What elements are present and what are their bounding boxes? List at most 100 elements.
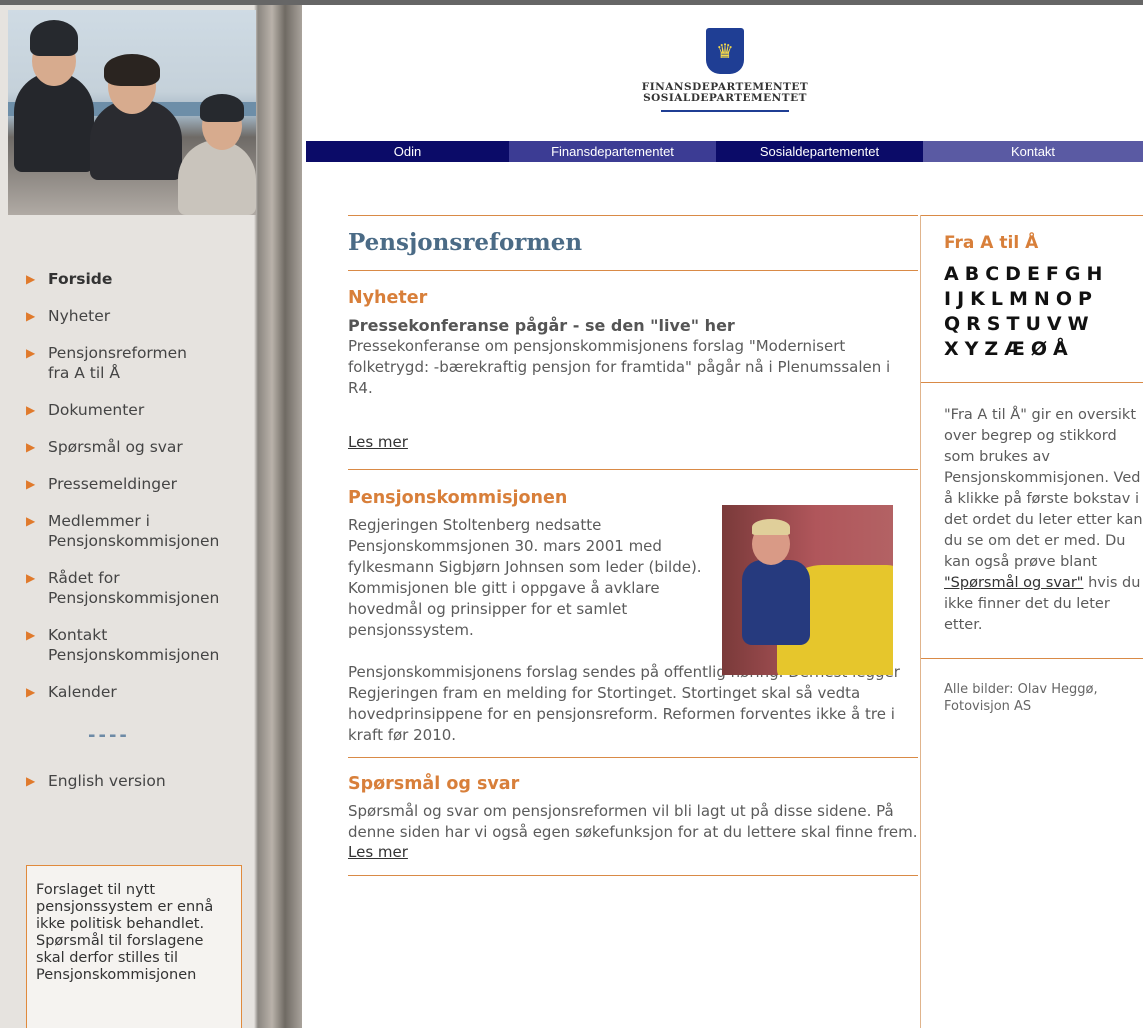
notice-box: Forslaget til nytt pensjonssystem er enn… [26, 865, 242, 1028]
arrow-icon: ▶ [26, 440, 36, 454]
english-label: English version [48, 772, 166, 790]
ministry-logo[interactable]: ♛ FINANSDEPARTEMENTET SOSIALDEPARTEMENTE… [560, 28, 890, 123]
desc-text: "Fra A til Å" gir en oversikt over begre… [944, 407, 1143, 570]
letter-link[interactable]: Q [944, 313, 962, 335]
arrow-icon: ▶ [26, 774, 36, 788]
sidebar-item[interactable]: ▶ Spørsmål og svar [26, 437, 256, 457]
letter-link[interactable]: E [1027, 263, 1042, 285]
arrow-icon: ▶ [26, 346, 36, 360]
arrow-icon: ▶ [26, 272, 36, 286]
sidebar-item[interactable]: ▶ Medlemmer i Pensjonskommisjonen [26, 511, 256, 551]
news-section: Nyheter Pressekonferanse pågår - se den … [348, 271, 918, 469]
top-navigation: Odin Finansdepartementet Sosialdeparteme… [306, 141, 1143, 162]
page-title: Pensjonsreformen [348, 229, 583, 256]
letter-row: IJKLMNOP [944, 287, 1143, 312]
photo-credit: Alle bilder: Olav Heggø, Fotovisjon AS [944, 682, 1098, 714]
sidebar-item-label: Pressemeldinger [48, 475, 177, 493]
letter-link[interactable]: A [944, 263, 961, 285]
arrow-icon: ▶ [26, 309, 36, 323]
tab-sosialdepartementet[interactable]: Sosialdepartementet [716, 141, 923, 162]
letter-link[interactable]: J [957, 288, 966, 310]
sidebar-item[interactable]: ▶ Dokumenter [26, 400, 256, 420]
letter-link[interactable]: N [1034, 288, 1052, 310]
letter-link[interactable]: P [1078, 288, 1094, 310]
letter-link[interactable]: G [1065, 263, 1083, 285]
letter-link[interactable]: I [944, 288, 953, 310]
sidebar-item-label: Dokumenter [48, 401, 145, 419]
qa-link[interactable]: "Spørsmål og svar" [944, 575, 1083, 591]
letter-link[interactable]: Y [965, 338, 981, 360]
tab-finansdepartementet[interactable]: Finansdepartementet [509, 141, 716, 162]
letter-row: QRSTUVW [944, 312, 1143, 337]
letter-link[interactable]: C [985, 263, 1001, 285]
letter-link[interactable]: O [1056, 288, 1074, 310]
sidebar-item-label: Rådet for Pensjonskommisjonen [48, 569, 220, 607]
sidebar-item-label: Medlemmer i Pensjonskommisjonen [48, 512, 220, 550]
letter-link[interactable]: K [970, 288, 987, 310]
letter-link[interactable]: Æ [1004, 338, 1027, 360]
tab-kontakt[interactable]: Kontakt [923, 141, 1143, 162]
letter-link[interactable]: L [991, 288, 1005, 310]
arrow-icon: ▶ [26, 514, 36, 528]
sidebar-item[interactable]: ▶ Kalender [26, 682, 256, 702]
letter-row: ABCDEFGH [944, 262, 1143, 287]
logo-rule [661, 110, 789, 112]
arrow-icon: ▶ [26, 403, 36, 417]
qa-text: Spørsmål og svar om pensjonsreformen vil… [348, 802, 918, 841]
letter-link[interactable]: Z [984, 338, 1000, 360]
sidebar-item-label: Kontakt Pensjonskommisjonen [48, 626, 220, 664]
a-to-z-description: "Fra A til Å" gir en oversikt over begre… [921, 383, 1143, 636]
letter-link[interactable]: Ø [1031, 338, 1049, 360]
news-heading: Nyheter [348, 288, 428, 308]
left-column: ▶ Forside ▶ Nyheter ▶ Pensjonsreformen fra A … [0, 5, 302, 1028]
letter-link[interactable]: U [1025, 313, 1042, 335]
sidebar-item-label: Nyheter [48, 307, 111, 325]
qa-read-more-link[interactable]: Les mer [348, 843, 408, 861]
sidebar-item[interactable]: ▶ Pensjonsreformen fra A til Å [26, 343, 256, 383]
sidebar-item[interactable]: ▶ Nyheter [26, 306, 256, 326]
letter-row: XYZÆØÅ [944, 337, 1143, 362]
tab-odin[interactable]: Odin [306, 141, 509, 162]
sidebar-item[interactable]: ▶ Kontakt Pensjonskommisjonen [26, 625, 256, 665]
sidebar-item-label: Kalender [48, 683, 117, 701]
sidebar-item-label: Pensjonsreformen fra A til Å [48, 344, 187, 382]
letter-link[interactable]: Å [1053, 338, 1070, 360]
news-headline[interactable]: Pressekonferanse pågår - se den "live" h… [348, 315, 918, 336]
letter-link[interactable]: M [1009, 288, 1030, 310]
commission-text-1: Regjeringen Stoltenberg nedsatte Pensjon… [348, 516, 702, 639]
letter-index: ABCDEFGHIJKLMNOPQRSTUVWXYZÆØÅ [944, 262, 1143, 362]
letter-link[interactable]: S [987, 313, 1003, 335]
sidebar-item[interactable]: ▶ Forside [26, 269, 256, 289]
portrait-photo [722, 505, 893, 675]
letter-link[interactable]: F [1046, 263, 1061, 285]
sidebar-item[interactable]: ▶ Rådet for Pensjonskommisjonen [26, 568, 256, 608]
right-column: Fra A til Å ABCDEFGHIJKLMNOPQRSTUVWXYZÆØ… [920, 215, 1143, 1028]
letter-link[interactable]: H [1087, 263, 1105, 285]
letter-link[interactable]: T [1006, 313, 1021, 335]
letter-link[interactable]: R [966, 313, 983, 335]
separator: ---- [88, 725, 130, 746]
letter-link[interactable]: D [1005, 263, 1023, 285]
letter-link[interactable]: V [1047, 313, 1064, 335]
divider [921, 215, 1143, 216]
news-text: Pressekonferanse om pensjonskommisjonens… [348, 337, 891, 397]
org-name-2: SOSIALDEPARTEMENTET [643, 92, 807, 104]
sidebar-item[interactable]: ▶ Pressemeldinger [26, 474, 256, 494]
letter-link[interactable]: X [944, 338, 961, 360]
sidebar-nav: ▶ Forside ▶ Nyheter ▶ Pensjonsreformen fra A … [26, 269, 256, 808]
letter-link[interactable]: B [965, 263, 981, 285]
news-read-more-link[interactable]: Les mer [348, 433, 408, 451]
main-content: Pensjonsreformen Nyheter Pressekonferans… [348, 215, 918, 876]
divider [348, 875, 918, 876]
header-photo [8, 10, 256, 215]
a-to-z-title: Fra A til Å [944, 233, 1039, 253]
coat-of-arms-icon: ♛ [706, 28, 744, 74]
english-version-link[interactable]: ▶ English version [26, 771, 256, 791]
arrow-icon: ▶ [26, 628, 36, 642]
qa-heading: Spørsmål og svar [348, 774, 520, 794]
arrow-icon: ▶ [26, 477, 36, 491]
sidebar-item-label: Forside [48, 270, 113, 288]
sidebar-item-label: Spørsmål og svar [48, 438, 183, 456]
letter-link[interactable]: W [1068, 313, 1091, 335]
qa-section: Spørsmål og svar Spørsmål og svar om pen… [348, 758, 918, 861]
